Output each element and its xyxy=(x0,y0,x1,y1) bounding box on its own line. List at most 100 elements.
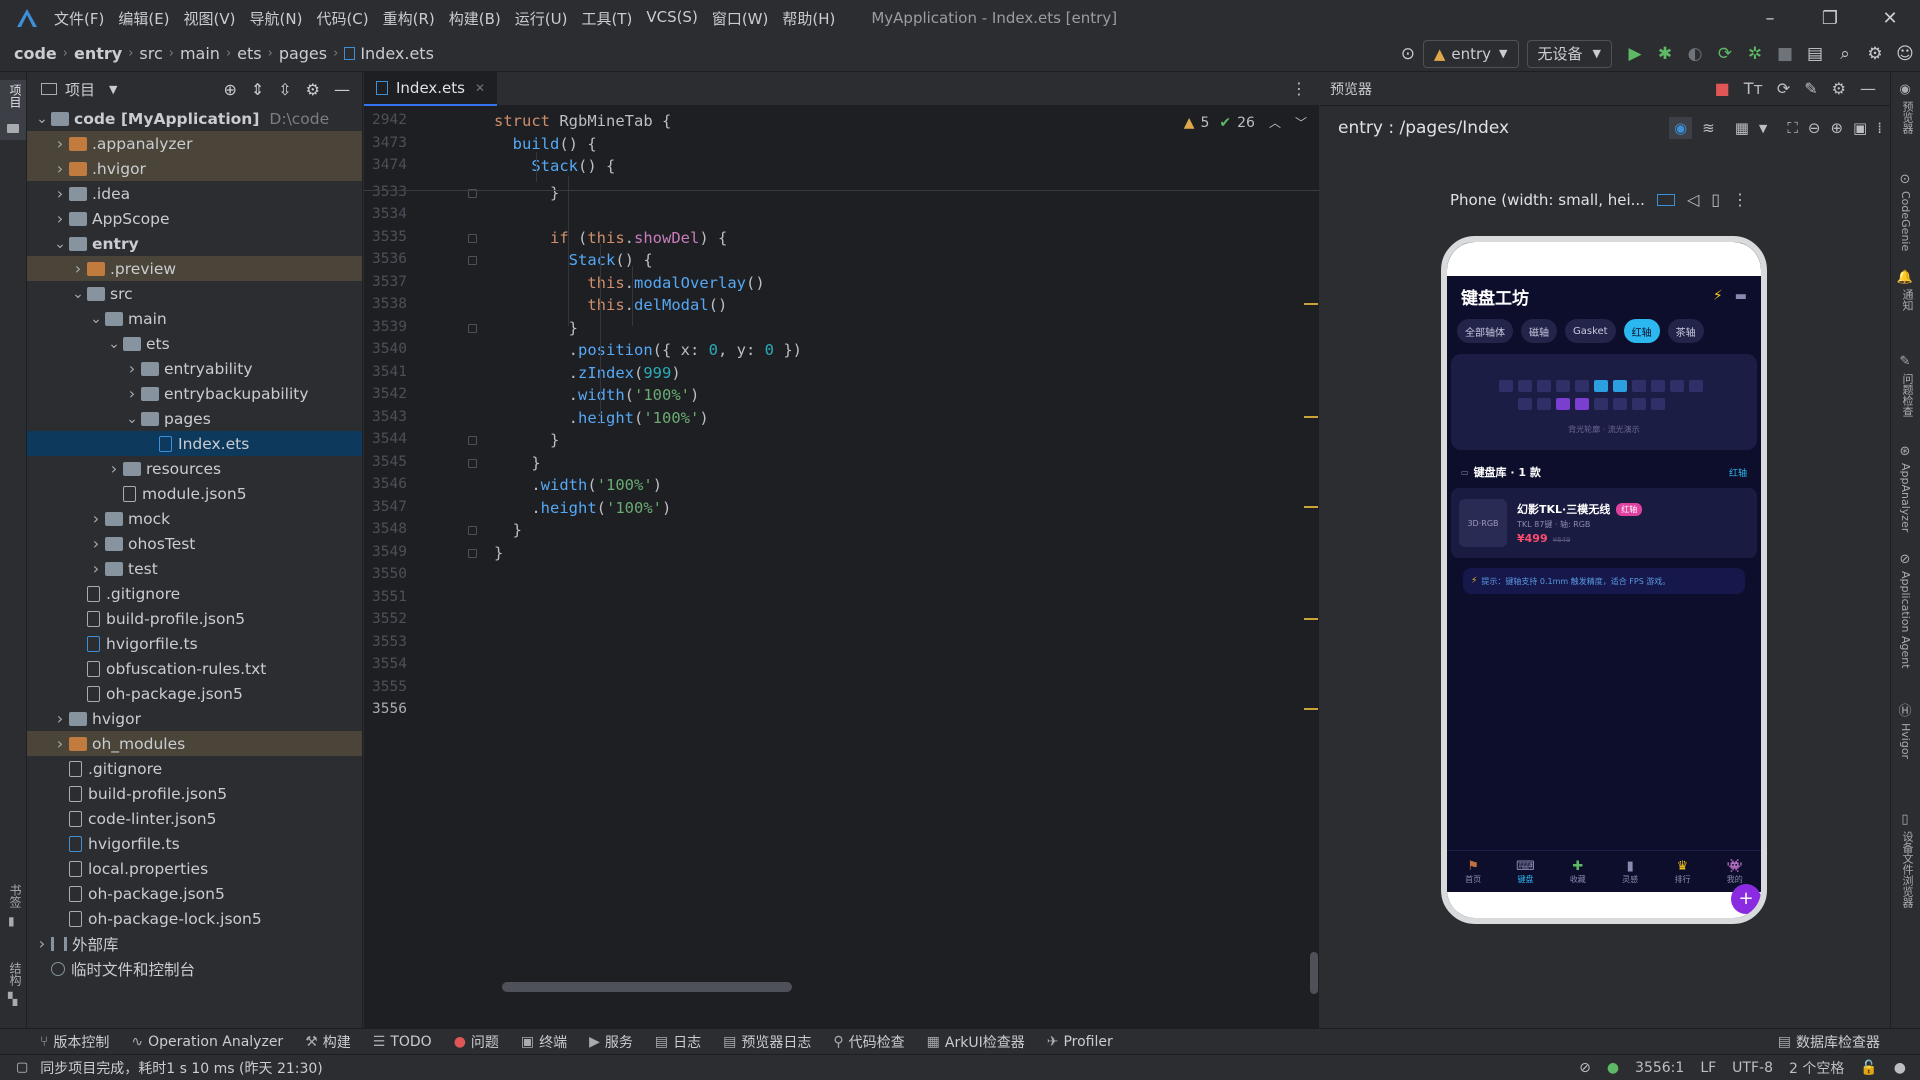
chevron-down-icon[interactable]: ▼ xyxy=(109,83,117,96)
app-tab[interactable]: ✚ 收藏 xyxy=(1553,859,1603,885)
chevron-right-icon[interactable]: › xyxy=(51,134,69,153)
tree-item[interactable]: ⌄ code [MyApplication] D:\code xyxy=(27,106,362,131)
account-icon[interactable]: ☺ xyxy=(1890,44,1920,64)
tree-item[interactable]: .gitignore xyxy=(27,581,362,606)
tree-item[interactable]: › .idea xyxy=(27,181,362,206)
tree-item[interactable]: 临时文件和控制台 xyxy=(27,956,362,981)
restore-icon[interactable]: ❐ xyxy=(1800,8,1860,29)
breadcrumb-item[interactable]: entry xyxy=(74,44,122,63)
module-selector[interactable]: ▲ entry ▼ xyxy=(1422,39,1519,68)
fold-marker-icon[interactable] xyxy=(468,323,477,333)
menu-item[interactable]: 窗口(W) xyxy=(712,8,769,29)
right-tool-button[interactable]: ◉ 预览器 xyxy=(1891,82,1919,134)
app-tab[interactable]: ⌨ 键盘 xyxy=(1500,859,1550,885)
encoding[interactable]: UTF-8 xyxy=(1732,1060,1773,1076)
tree-item[interactable]: › AppScope xyxy=(27,206,362,231)
line-ending[interactable]: LF xyxy=(1700,1060,1716,1076)
lock-icon[interactable]: 🔓 xyxy=(1860,1060,1877,1076)
more-tabs-icon[interactable]: ⋮ xyxy=(1291,79,1307,98)
chevron-right-icon[interactable]: › xyxy=(87,534,105,553)
route-label[interactable]: entry : /pages/Index xyxy=(1338,118,1509,138)
bottom-tool-button[interactable]: ☰ TODO xyxy=(373,1032,432,1052)
database-inspector-button[interactable]: ▤ 数据库检查器 xyxy=(1778,1032,1880,1052)
expand-all-icon[interactable]: ⇕ xyxy=(251,80,264,99)
right-tool-button[interactable]: ⊛ AppAnalyzer xyxy=(1891,444,1919,532)
close-tab-icon[interactable]: ✕ xyxy=(475,81,485,95)
tree-item[interactable]: › test xyxy=(27,556,362,581)
gear-icon[interactable]: ⚙ xyxy=(1832,79,1846,98)
warning-stripe-marker[interactable] xyxy=(1304,415,1318,418)
device-manager-icon[interactable]: ▤ xyxy=(1800,44,1830,64)
chevron-down-icon[interactable]: ⌄ xyxy=(87,311,105,327)
chevron-right-icon[interactable]: › xyxy=(105,459,123,478)
ruler-icon[interactable]: ⁞ xyxy=(1877,119,1882,137)
tree-item[interactable]: ⌄ ets xyxy=(27,331,362,356)
code-area[interactable]: struct RgbMineTab { build() { Stack() { … xyxy=(494,106,1304,1026)
tree-item[interactable]: obfuscation-rules.txt xyxy=(27,656,362,681)
stop-icon[interactable]: ■ xyxy=(1770,44,1800,64)
breadcrumb-item[interactable]: src xyxy=(139,44,162,63)
chevron-right-icon[interactable]: › xyxy=(51,709,69,728)
bottom-tool-button[interactable]: ▣ 终端 xyxy=(521,1032,567,1052)
fold-marker-icon[interactable] xyxy=(468,548,477,558)
layers-icon[interactable]: ≋ xyxy=(1702,119,1715,137)
tree-item[interactable]: › .preview xyxy=(27,256,362,281)
menu-item[interactable]: 编辑(E) xyxy=(118,8,169,29)
menu-item[interactable]: 运行(U) xyxy=(515,8,568,29)
tree-item[interactable]: ⌄ entry xyxy=(27,231,362,256)
phone-preview[interactable]: 键盘工坊 ⚡ ▬ 全部轴体 磁轴 Gasket 红轴 茶轴 背光轮廓 · 流光演示 ▭ … xyxy=(1441,236,1767,924)
zoom-out-icon[interactable]: ⊖ xyxy=(1808,119,1821,137)
horizontal-scrollbar[interactable] xyxy=(502,982,792,992)
tab-index-ets[interactable]: Index.ets ✕ xyxy=(364,71,498,106)
tree-item[interactable]: › .hvigor xyxy=(27,156,362,181)
app-tab[interactable]: 👾 我的 xyxy=(1710,859,1760,885)
more-icon[interactable]: ⋮ xyxy=(1732,190,1748,209)
tree-item[interactable]: › 外部库 xyxy=(27,931,362,956)
status-message[interactable]: 同步项目完成，耗时1 s 10 ms (昨天 21:30) xyxy=(40,1058,322,1078)
menu-item[interactable]: 工具(T) xyxy=(581,8,632,29)
debug-icon[interactable]: ✱ xyxy=(1650,44,1680,64)
tree-item[interactable]: ⌄ src xyxy=(27,281,362,306)
tree-item[interactable]: module.json5 xyxy=(27,481,362,506)
warning-stripe-marker[interactable] xyxy=(1304,303,1318,305)
app-tab[interactable]: ♛ 排行 xyxy=(1657,859,1707,885)
device-frame-icon[interactable] xyxy=(1656,193,1675,206)
chevron-down-icon[interactable]: ⌄ xyxy=(123,411,141,427)
app-tab[interactable]: ▮ 灵感 xyxy=(1605,859,1655,885)
right-tool-button[interactable]: ▯ 设备文件浏览器 xyxy=(1891,812,1919,908)
reload-icon[interactable]: ⟳ xyxy=(1710,44,1740,64)
chevron-down-icon[interactable]: ⌄ xyxy=(33,111,51,127)
chevron-right-icon[interactable]: › xyxy=(51,209,69,228)
breadcrumb-item[interactable]: ets xyxy=(237,44,261,63)
bottom-tool-button[interactable]: ⑂ 版本控制 xyxy=(40,1032,109,1052)
run-icon[interactable]: ▶ xyxy=(1620,44,1650,64)
tree-item[interactable]: oh-package.json5 xyxy=(27,881,362,906)
tree-item[interactable]: ⌄ pages xyxy=(27,406,362,431)
tree-item[interactable]: Index.ets xyxy=(27,431,362,456)
inspection-widget[interactable]: ▲ 5 ✔ 26 ︿ ﹀ xyxy=(1184,114,1307,131)
indent[interactable]: 2 个空格 xyxy=(1789,1058,1844,1078)
bottom-tool-button[interactable]: ▤ 预览器日志 xyxy=(723,1032,811,1052)
bottom-tool-button[interactable]: ✈ Profiler xyxy=(1047,1032,1113,1052)
tree-item[interactable]: › resources xyxy=(27,456,362,481)
chevron-right-icon[interactable]: › xyxy=(123,384,141,403)
chevron-right-icon[interactable]: › xyxy=(51,184,69,203)
tree-item[interactable]: › entrybackupability xyxy=(27,381,362,406)
bottom-tool-button[interactable]: ● 问题 xyxy=(454,1032,499,1052)
search-icon[interactable]: ⌕ xyxy=(1830,44,1860,64)
filter-chip[interactable]: 全部轴体 xyxy=(1457,319,1513,343)
fold-marker-icon[interactable] xyxy=(468,458,477,468)
tree-item[interactable]: hvigorfile.ts xyxy=(27,631,362,656)
project-panel-title[interactable]: 项目 xyxy=(65,79,95,100)
multi-device-icon[interactable]: ▯ xyxy=(1711,190,1720,209)
chevron-right-icon[interactable]: › xyxy=(87,559,105,578)
target-icon[interactable]: ⊙ xyxy=(1393,44,1423,64)
tree-item[interactable]: code-linter.json5 xyxy=(27,806,362,831)
breadcrumb-item[interactable]: code xyxy=(14,44,57,63)
fold-marker-icon[interactable] xyxy=(468,256,477,265)
tree-item[interactable]: local.properties xyxy=(27,856,362,881)
chevron-down-icon[interactable]: ⌄ xyxy=(105,336,123,352)
right-tool-button[interactable]: 🔔 通知 xyxy=(1891,270,1919,311)
inspector-icon[interactable]: ✎ xyxy=(1804,79,1817,98)
breadcrumb-item[interactable]: pages xyxy=(279,44,327,63)
